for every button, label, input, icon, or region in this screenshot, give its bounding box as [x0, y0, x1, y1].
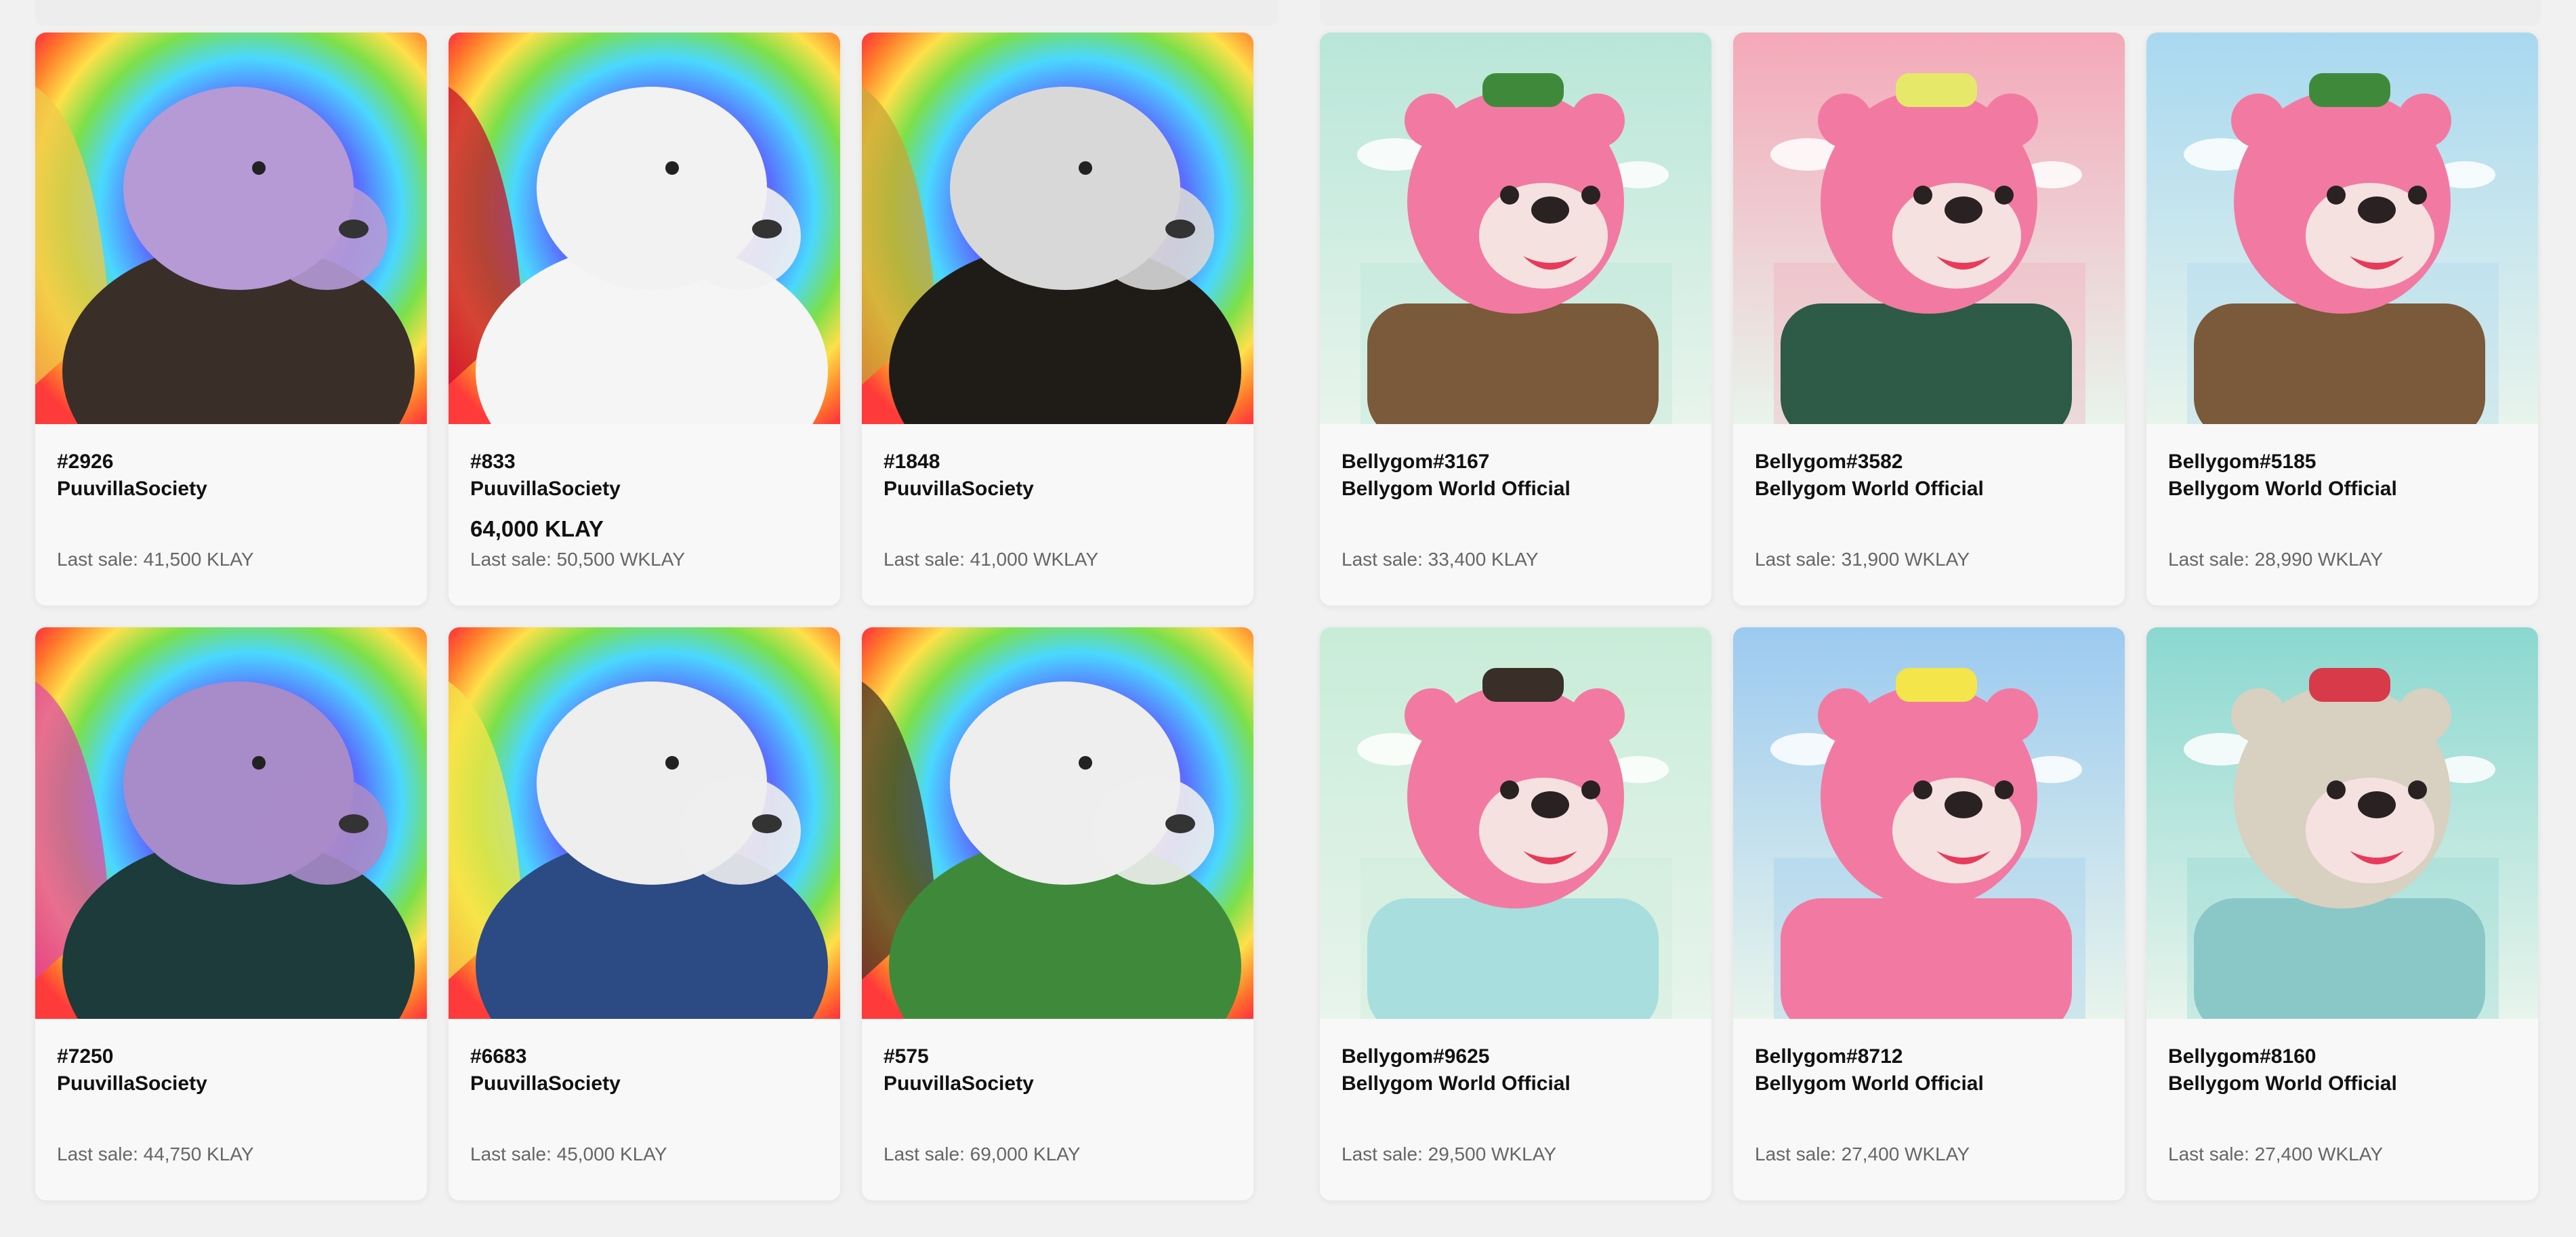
nft-grid-bellygom: Bellygom#3167 Bellygom World Official La…	[1320, 33, 2538, 1200]
scroll-fade-top-left	[35, 0, 1278, 26]
last-sale: Last sale: 45,000 KLAY	[470, 1144, 667, 1165]
last-sale: Last sale: 41,000 WKLAY	[884, 549, 1098, 570]
collection-name[interactable]: PuuvillaSociety	[884, 1070, 1232, 1097]
nft-card-6683[interactable]: #6683 PuuvillaSociety Last sale: 45,000 …	[449, 627, 840, 1200]
nft-card-1848[interactable]: #1848 PuuvillaSociety Last sale: 41,000 …	[862, 33, 1253, 606]
nft-thumbnail[interactable]	[1733, 33, 2125, 424]
token-id: #2926	[57, 450, 114, 473]
nft-card-bellygom5185[interactable]: Bellygom#5185 Bellygom World Official La…	[2146, 33, 2538, 606]
nft-card-575[interactable]: #575 PuuvillaSociety Last sale: 69,000 K…	[862, 627, 1253, 1200]
nft-thumbnail[interactable]	[449, 33, 840, 424]
nft-card-2926[interactable]: #2926 PuuvillaSociety Last sale: 41,500 …	[35, 33, 427, 606]
token-id: Bellygom#5185	[2168, 450, 2317, 473]
token-id: Bellygom#3582	[1755, 450, 1903, 473]
listing-price: 64,000 KLAY	[470, 516, 604, 541]
nft-card-info: #2926 PuuvillaSociety Last sale: 41,500 …	[35, 424, 427, 606]
last-sale: Last sale: 50,500 WKLAY	[470, 549, 685, 570]
nft-thumbnail[interactable]	[1733, 627, 2125, 1019]
nft-thumbnail[interactable]	[35, 627, 427, 1019]
token-id: #833	[470, 450, 516, 473]
nft-thumbnail[interactable]	[1320, 627, 1711, 1019]
nft-thumbnail[interactable]	[449, 627, 840, 1019]
token-id: Bellygom#9625	[1342, 1045, 1490, 1068]
nft-card-info: #6683 PuuvillaSociety Last sale: 45,000 …	[449, 1019, 840, 1200]
nft-card-info: Bellygom#5185 Bellygom World Official La…	[2146, 424, 2538, 606]
last-sale: Last sale: 27,400 WKLAY	[2168, 1144, 2383, 1165]
nft-card-bellygom3167[interactable]: Bellygom#3167 Bellygom World Official La…	[1320, 33, 1711, 606]
collection-name[interactable]: PuuvillaSociety	[57, 1070, 405, 1097]
nft-thumbnail[interactable]	[1320, 33, 1711, 424]
last-sale: Last sale: 41,500 KLAY	[57, 549, 254, 570]
nft-card-bellygom9625[interactable]: Bellygom#9625 Bellygom World Official La…	[1320, 627, 1711, 1200]
nft-card-bellygom8712[interactable]: Bellygom#8712 Bellygom World Official La…	[1733, 627, 2125, 1200]
scroll-fade-top-right	[1320, 0, 2541, 26]
nft-card-info: #833 PuuvillaSociety 64,000 KLAY Last sa…	[449, 424, 840, 606]
last-sale: Last sale: 27,400 WKLAY	[1755, 1144, 1970, 1165]
nft-card-info: Bellygom#3582 Bellygom World Official La…	[1733, 424, 2125, 606]
nft-card-info: #1848 PuuvillaSociety Last sale: 41,000 …	[862, 424, 1253, 606]
collection-name[interactable]: PuuvillaSociety	[57, 476, 405, 503]
nft-card-bellygom3582[interactable]: Bellygom#3582 Bellygom World Official La…	[1733, 33, 2125, 606]
last-sale: Last sale: 28,990 WKLAY	[2168, 549, 2383, 570]
nft-card-info: Bellygom#9625 Bellygom World Official La…	[1320, 1019, 1711, 1200]
token-id: Bellygom#3167	[1342, 450, 1490, 473]
collection-name[interactable]: Bellygom World Official	[2168, 476, 2516, 503]
nft-card-833[interactable]: #833 PuuvillaSociety 64,000 KLAY Last sa…	[449, 33, 840, 606]
nft-card-info: #575 PuuvillaSociety Last sale: 69,000 K…	[862, 1019, 1253, 1200]
nft-card-info: Bellygom#8712 Bellygom World Official La…	[1733, 1019, 2125, 1200]
last-sale: Last sale: 69,000 KLAY	[884, 1144, 1081, 1165]
nft-card-info: Bellygom#3167 Bellygom World Official La…	[1320, 424, 1711, 606]
token-id: #7250	[57, 1045, 114, 1068]
token-id: #575	[884, 1045, 929, 1068]
collection-name[interactable]: Bellygom World Official	[1755, 1070, 2103, 1097]
last-sale: Last sale: 31,900 WKLAY	[1755, 549, 1970, 570]
last-sale: Last sale: 44,750 KLAY	[57, 1144, 254, 1165]
token-id: #1848	[884, 450, 940, 473]
nft-thumbnail[interactable]	[2146, 627, 2538, 1019]
collection-name[interactable]: Bellygom World Official	[1342, 476, 1690, 503]
collection-name[interactable]: PuuvillaSociety	[884, 476, 1232, 503]
token-id: #6683	[470, 1045, 527, 1068]
nft-card-info: Bellygom#8160 Bellygom World Official La…	[2146, 1019, 2538, 1200]
nft-thumbnail[interactable]	[862, 627, 1253, 1019]
nft-thumbnail[interactable]	[2146, 33, 2538, 424]
nft-thumbnail[interactable]	[862, 33, 1253, 424]
token-id: Bellygom#8712	[1755, 1045, 1903, 1068]
nft-card-info: #7250 PuuvillaSociety Last sale: 44,750 …	[35, 1019, 427, 1200]
token-id: Bellygom#8160	[2168, 1045, 2317, 1068]
nft-card-bellygom8160[interactable]: Bellygom#8160 Bellygom World Official La…	[2146, 627, 2538, 1200]
nft-card-7250[interactable]: #7250 PuuvillaSociety Last sale: 44,750 …	[35, 627, 427, 1200]
collection-name[interactable]: Bellygom World Official	[1342, 1070, 1690, 1097]
nft-grid-puuvilla: #2926 PuuvillaSociety Last sale: 41,500 …	[35, 33, 1253, 1200]
last-sale: Last sale: 33,400 KLAY	[1342, 549, 1539, 570]
nft-thumbnail[interactable]	[35, 33, 427, 424]
collection-name[interactable]: Bellygom World Official	[1755, 476, 2103, 503]
last-sale: Last sale: 29,500 WKLAY	[1342, 1144, 1556, 1165]
collection-name[interactable]: PuuvillaSociety	[470, 476, 818, 503]
collection-name[interactable]: Bellygom World Official	[2168, 1070, 2516, 1097]
collection-name[interactable]: PuuvillaSociety	[470, 1070, 818, 1097]
